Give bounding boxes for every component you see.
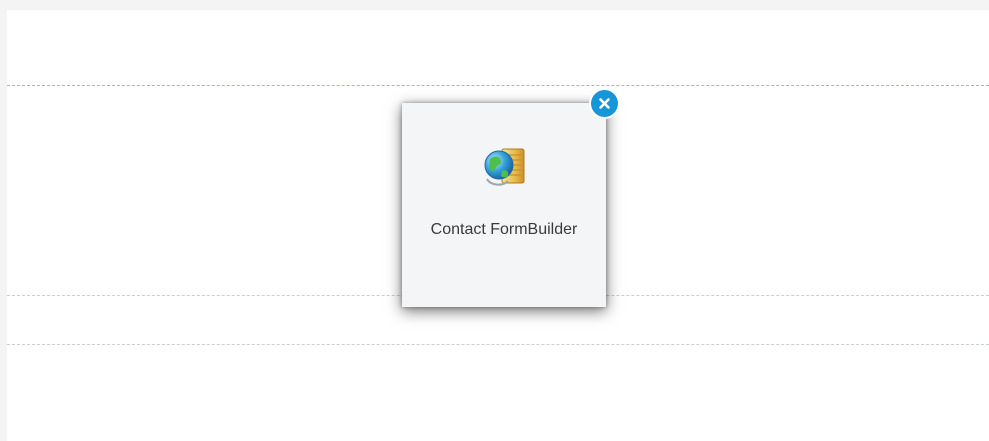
app-tile-label: Contact FormBuilder <box>430 221 578 238</box>
close-button[interactable] <box>591 90 618 117</box>
row-divider <box>7 85 989 86</box>
drop-zone-divider <box>7 344 989 345</box>
header-band <box>7 10 989 85</box>
contact-form-builder-icon <box>480 143 528 191</box>
app-tile-contact-formbuilder[interactable]: Contact FormBuilder <box>402 103 606 307</box>
